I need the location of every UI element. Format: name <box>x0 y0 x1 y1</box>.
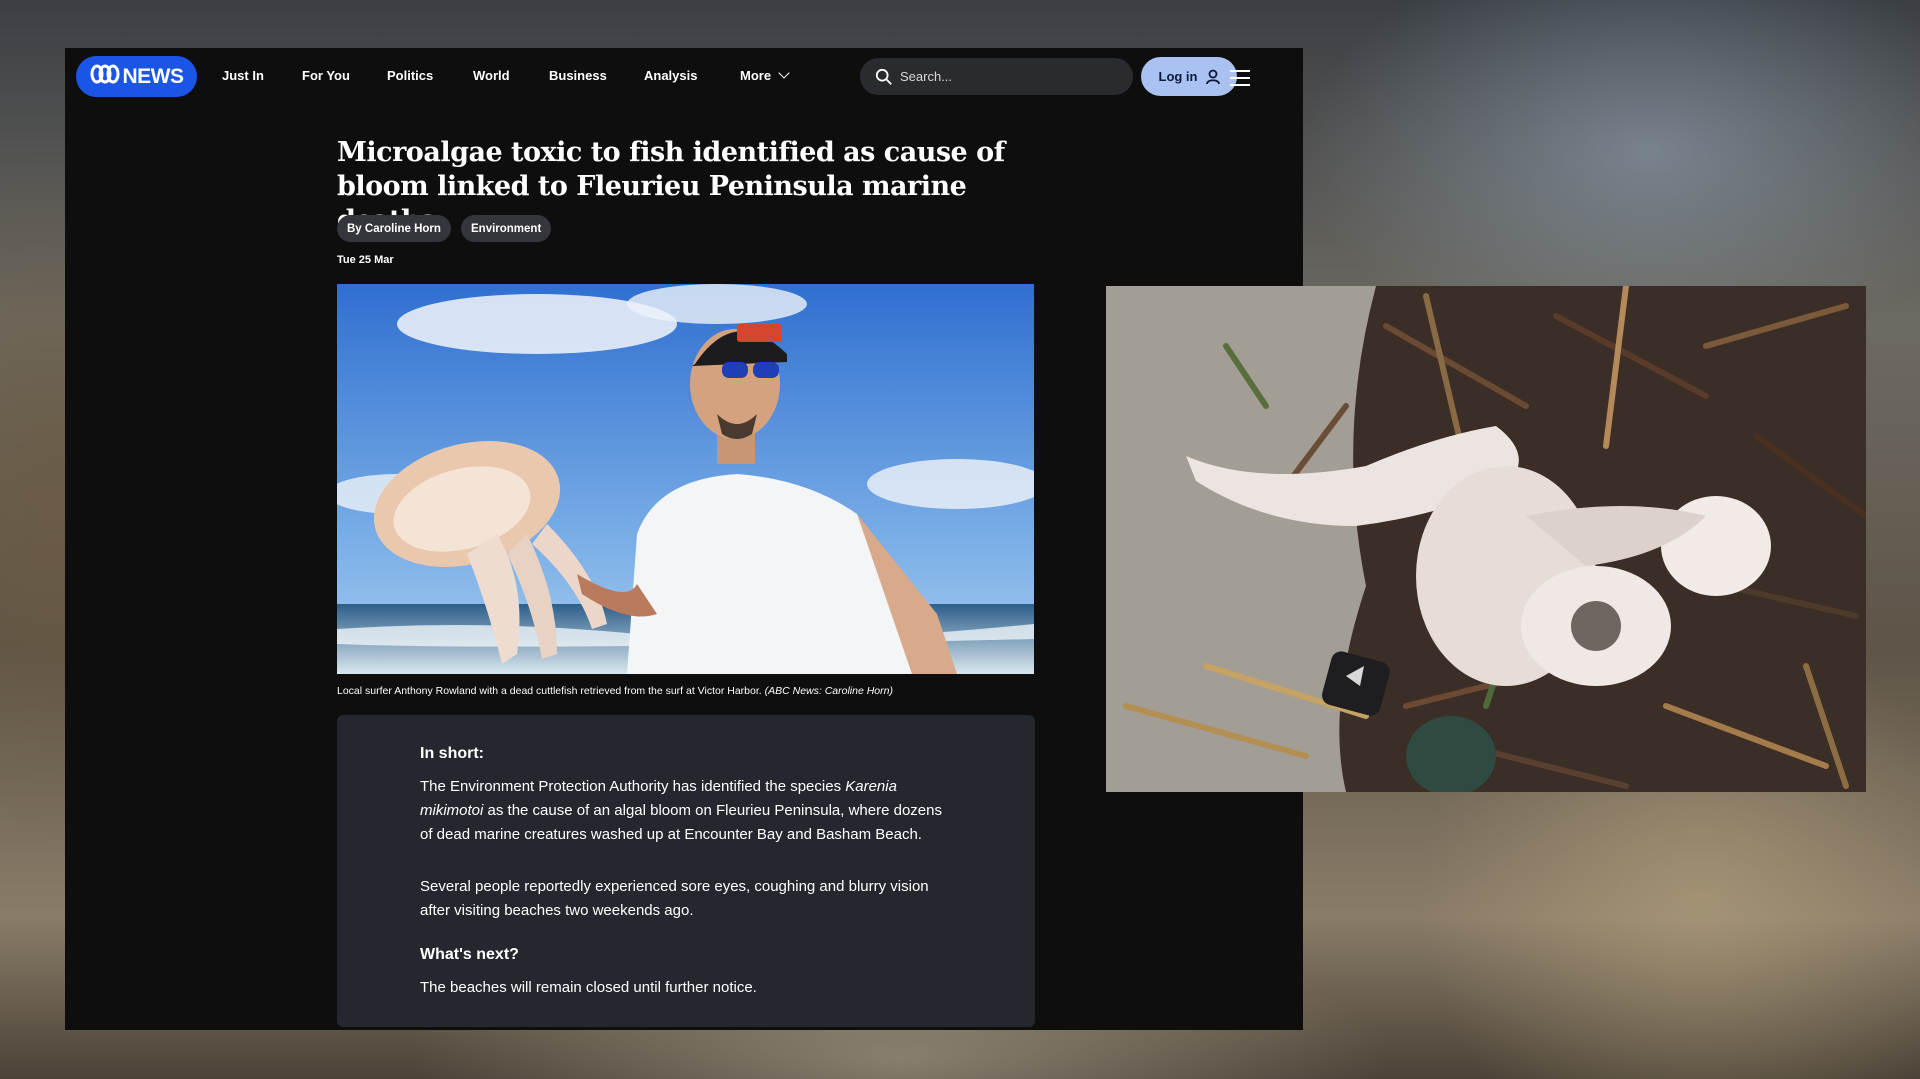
caption-credit: (ABC News: Caroline Horn) <box>764 685 893 697</box>
whats-next-heading: What's next? <box>420 946 519 963</box>
hero-caption: Local surfer Anthony Rowland with a dead… <box>337 685 893 697</box>
user-icon <box>1205 69 1220 84</box>
in-short-paragraph-2: Several people reportedly experienced so… <box>420 878 929 919</box>
abc-logo-icon <box>90 64 120 90</box>
login-label: Log in <box>1158 69 1198 84</box>
in-short-paragraph-1: The Environment Protection Authority has… <box>420 775 950 847</box>
chevron-down-icon <box>778 67 790 79</box>
nav-more[interactable]: More <box>740 67 790 83</box>
logo-text: NEWS <box>122 64 185 88</box>
nav-business[interactable]: Business <box>549 68 607 83</box>
caption-text: Local surfer Anthony Rowland with a dead… <box>337 685 762 697</box>
search-placeholder: Search... <box>900 69 953 84</box>
in-short-p1-after: as the cause of an algal bloom on Fleuri… <box>420 802 942 843</box>
nav-more-label: More <box>740 68 772 83</box>
octopus-photo <box>1106 286 1866 792</box>
in-short-p1-before: The Environment Protection Authority has… <box>420 778 842 795</box>
nav-world[interactable]: World <box>473 68 510 83</box>
article-date: Tue 25 Mar <box>337 254 394 266</box>
nav-just-in[interactable]: Just In <box>222 68 264 83</box>
search-input[interactable]: Search... <box>860 58 1133 95</box>
search-icon <box>875 68 892 85</box>
nav-for-you[interactable]: For You <box>302 68 350 83</box>
in-short-panel: In short: The Environment Protection Aut… <box>337 715 1035 1027</box>
login-button[interactable]: Log in <box>1141 57 1237 96</box>
nav-analysis[interactable]: Analysis <box>644 68 697 83</box>
nav-politics[interactable]: Politics <box>387 68 433 83</box>
hero-image <box>337 284 1034 674</box>
whats-next-text: The beaches will remain closed until fur… <box>420 979 757 996</box>
author-tag[interactable]: By Caroline Horn <box>337 215 451 242</box>
in-short-heading: In short: <box>420 745 484 762</box>
top-navigation: NEWS Just In For You Politics World Busi… <box>65 48 1303 104</box>
hamburger-menu-icon[interactable] <box>1230 70 1250 86</box>
topic-tag[interactable]: Environment <box>461 215 552 242</box>
abc-news-logo[interactable]: NEWS <box>76 56 197 97</box>
